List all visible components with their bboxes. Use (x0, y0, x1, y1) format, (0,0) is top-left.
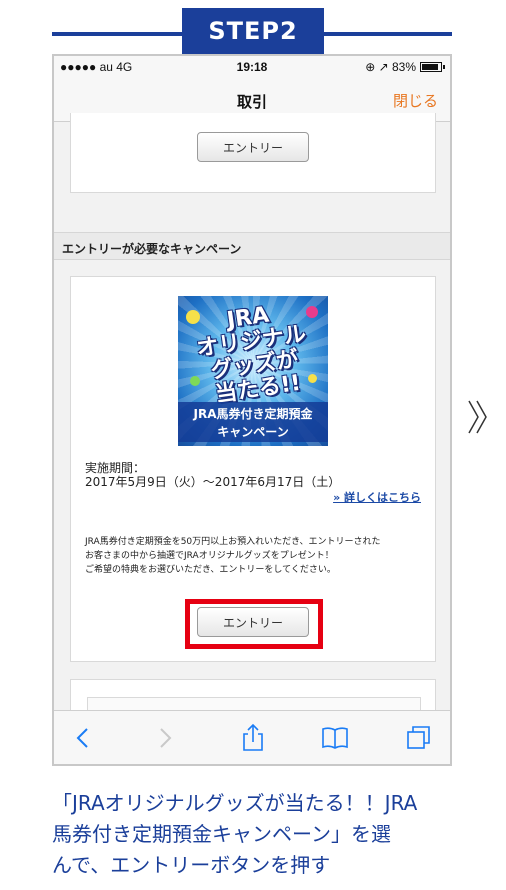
tabs-icon[interactable] (404, 723, 434, 753)
entry-button-previous[interactable]: エントリー (197, 132, 309, 162)
banner-ribbon: JRA馬券付き定期預金 キャンペーン (178, 402, 328, 442)
step-divider-left (52, 32, 186, 36)
forward-icon[interactable] (150, 723, 180, 753)
share-icon[interactable] (238, 723, 268, 753)
back-icon[interactable] (68, 723, 98, 753)
status-bar: ●●●●● au 4G 19:18 ⊕ ↗ 83% (54, 56, 450, 78)
phone-screenshot: ●●●●● au 4G 19:18 ⊕ ↗ 83% 取引 閉じる エントリー エ… (52, 54, 452, 766)
step-caption: 「JRAオリジナルグッズが当たる！！JRA 馬券付き定期預金キャンペーン」を選 … (52, 791, 418, 877)
entry-button-highlight (185, 599, 323, 649)
campaign-banner-image[interactable]: JRA オリジナル グッズが 当たる!! JRA馬券付き定期預金 キャンペーン (178, 296, 328, 446)
section-heading: エントリーが必要なキャンペーン (54, 232, 450, 260)
details-link[interactable]: » 詳しくはこちら (333, 489, 421, 505)
step-badge: STEP2 (182, 8, 324, 54)
period-value: 2017年5月9日（火）～2017年6月17日（土） (85, 475, 341, 489)
step-divider-right (322, 32, 452, 36)
next-step-chevron-icon (468, 400, 487, 434)
banner-headline: JRA オリジナル グッズが 当たる!! (195, 302, 308, 408)
battery-icon (420, 62, 445, 72)
browser-toolbar (54, 710, 450, 764)
page-title: 取引 (236, 93, 267, 111)
campaign-description: JRA馬券付き定期預金を50万円以上お預入れいただき、エントリーされた お客さま… (85, 537, 381, 575)
bookmarks-icon[interactable] (320, 723, 350, 753)
previous-campaign-card: エントリー (70, 113, 436, 193)
battery-indicator: ⊕ ↗ 83% (365, 60, 445, 74)
close-button[interactable]: 閉じる (393, 90, 438, 111)
battery-percent: ⊕ ↗ 83% (365, 60, 416, 74)
